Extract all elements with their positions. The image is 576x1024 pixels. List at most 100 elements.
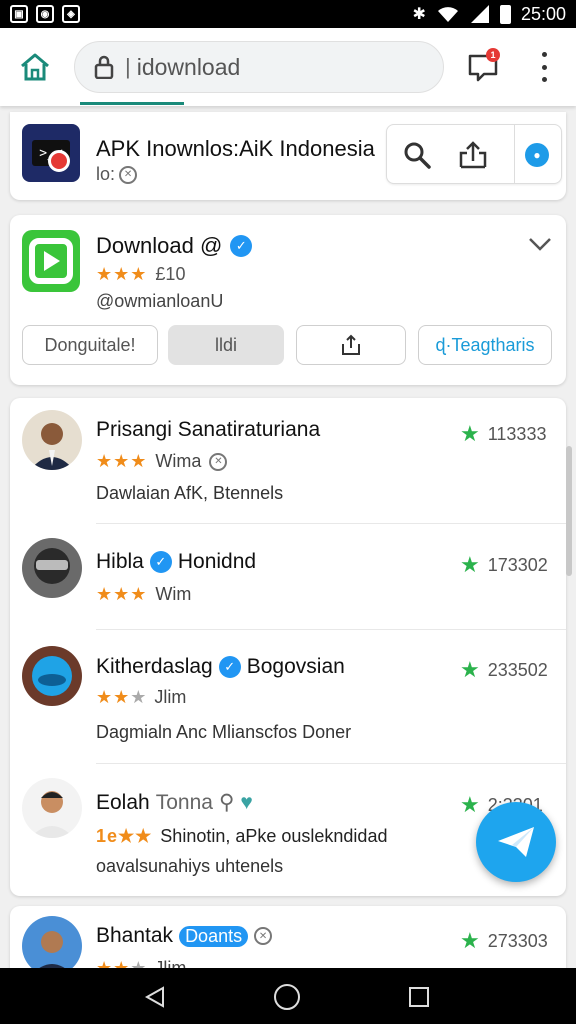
- rating-text: Jlim: [154, 687, 187, 707]
- close-circle-icon: ✕: [209, 452, 228, 471]
- overflow-menu-button[interactable]: [536, 52, 552, 82]
- score-value: 233502: [487, 659, 548, 680]
- item-score: ★ 173302: [460, 552, 548, 578]
- item-name: Kitherdaslag ✓ Bogovsian: [96, 655, 345, 679]
- featured-button-1[interactable]: Donguitale!: [22, 325, 158, 365]
- featured-title-text: Download @: [96, 233, 223, 258]
- avatar: [22, 778, 82, 838]
- list-item[interactable]: Prisangi Sanatiraturiana ★★★ Wima ✕ Dawl…: [10, 398, 566, 524]
- featured-rating: ★★★ £10: [96, 264, 185, 285]
- score-value: 113333: [487, 423, 547, 444]
- star-icon: ★: [460, 552, 480, 577]
- app-subtitle-text: lo:: [96, 164, 116, 184]
- wifi-icon: [437, 7, 458, 22]
- rating-text: Shinotin, aPke ouslekndidad: [160, 826, 388, 846]
- url-text[interactable]: idownload: [137, 54, 241, 81]
- star-empty: ★: [130, 687, 147, 707]
- avatar: [22, 646, 82, 706]
- divider: [514, 125, 515, 183]
- scrollbar[interactable]: [566, 446, 572, 576]
- send-icon: [498, 827, 534, 857]
- rating-text: Wim: [155, 584, 192, 604]
- notification-icon: ▣: [10, 5, 28, 23]
- heart-icon: ♥: [240, 790, 253, 814]
- featured-title: Download @ ✓: [96, 233, 253, 259]
- more-dot-icon[interactable]: ●: [525, 143, 549, 167]
- item-name-secondary: Tonna: [155, 790, 213, 814]
- item-name-secondary: Bogovsian: [246, 655, 345, 678]
- star-rating: ★★★: [96, 584, 148, 604]
- recents-icon[interactable]: [409, 987, 429, 1007]
- signal-icon: [470, 5, 489, 23]
- status-bar: ▣ ◉ ◈ ✱ 25:00: [0, 0, 576, 28]
- item-name-text: Bhantak: [96, 924, 174, 947]
- bluetooth-icon: ✱: [412, 6, 426, 23]
- app-title: APK Inownlos:AiK Indonesia: [96, 136, 375, 161]
- home-nav-icon[interactable]: [274, 984, 300, 1010]
- close-circle-icon: ✕: [119, 165, 138, 184]
- featured-button-2[interactable]: lldi: [168, 325, 284, 365]
- star-icon: ★: [460, 421, 480, 446]
- url-bar[interactable]: | idownload: [74, 41, 444, 93]
- back-icon[interactable]: [144, 986, 166, 1008]
- featured-card[interactable]: Download @ ✓ ★★★ £10 @owmianloanU Dongui…: [10, 215, 566, 385]
- score-value: 273303: [487, 930, 548, 951]
- item-name-secondary: Honidnd: [177, 550, 257, 573]
- status-time: 25:00: [520, 3, 566, 24]
- item-name: Prisangi Sanatiraturiana: [96, 418, 320, 442]
- item-description: oavalsunahiys uhtenels: [96, 856, 284, 876]
- item-description: Dagmialn Anc Mlianscfos Doner: [96, 722, 352, 742]
- star-icon: ★: [460, 657, 480, 682]
- send-fab-button[interactable]: [476, 802, 556, 882]
- browser-toolbar: | idownload 1: [0, 28, 576, 106]
- avatar: [22, 410, 82, 470]
- item-rating: ★★★ Wim: [96, 584, 191, 605]
- search-icon[interactable]: [401, 139, 433, 171]
- rating-value: £10: [155, 264, 186, 284]
- app-action-group: ●: [386, 124, 562, 184]
- featured-handle: @owmianloanU: [96, 291, 224, 311]
- home-icon[interactable]: [18, 50, 52, 84]
- item-name-text: Eolah: [96, 790, 150, 814]
- star-rating: ★★: [96, 687, 131, 707]
- item-name: Hibla ✓ Honidnd: [96, 550, 256, 574]
- item-name-secondary: Doants: [179, 925, 249, 947]
- item-score: ★ 273303: [460, 928, 548, 954]
- tab-indicator: [80, 102, 184, 105]
- avatar: [22, 916, 82, 976]
- item-rating: 1e★★ Shinotin, aPke ouslekndidad: [96, 826, 387, 847]
- item-name-text: Hibla: [96, 550, 144, 573]
- url-separator: |: [125, 54, 131, 79]
- featured-button-4[interactable]: ɖ·Teagtharis: [418, 325, 552, 365]
- avatar: [22, 538, 82, 598]
- item-name: Bhantak Doants ✕: [96, 924, 273, 948]
- list-item[interactable]: Kitherdaslag ✓ Bogovsian ★★★ Jlim Dagmia…: [10, 630, 566, 764]
- download-app-logo: [22, 230, 80, 292]
- close-circle-icon: ✕: [254, 927, 273, 945]
- app-badge-icon: [48, 150, 70, 172]
- list-item[interactable]: Hibla ✓ Honidnd ★★★ Wim ★ 173302: [10, 524, 566, 630]
- app-card[interactable]: >_< APK Inownlos:AiK Indonesia lo: ✕ ●: [10, 112, 566, 200]
- item-name-text: Prisangi Sanatiraturiana: [96, 418, 321, 441]
- item-rating: ★★★ Wima ✕: [96, 451, 228, 472]
- chevron-down-icon[interactable]: [528, 235, 552, 253]
- star-icon: ★: [460, 792, 480, 817]
- star-icon: ★: [460, 928, 480, 953]
- share-button[interactable]: [296, 325, 406, 365]
- notification-badge: 1: [486, 48, 500, 62]
- star-rating: ★★★: [96, 264, 148, 284]
- app-icon: ◈: [62, 5, 80, 23]
- battery-icon: [499, 4, 511, 24]
- item-score: ★ 113333: [460, 421, 546, 447]
- item-score: ★ 233502: [460, 657, 548, 683]
- rating-text: Wima: [155, 451, 202, 471]
- share-icon[interactable]: [457, 139, 489, 171]
- share-icon: [342, 334, 360, 355]
- star-rating: ★★★: [96, 451, 148, 471]
- location-icon: ⚲: [218, 791, 235, 814]
- star-rating: 1e★★: [96, 826, 153, 846]
- lock-icon: [94, 55, 114, 79]
- verified-icon: ✓: [149, 551, 172, 573]
- app-subtitle: lo: ✕: [96, 164, 138, 185]
- app-icon: ◉: [36, 5, 54, 23]
